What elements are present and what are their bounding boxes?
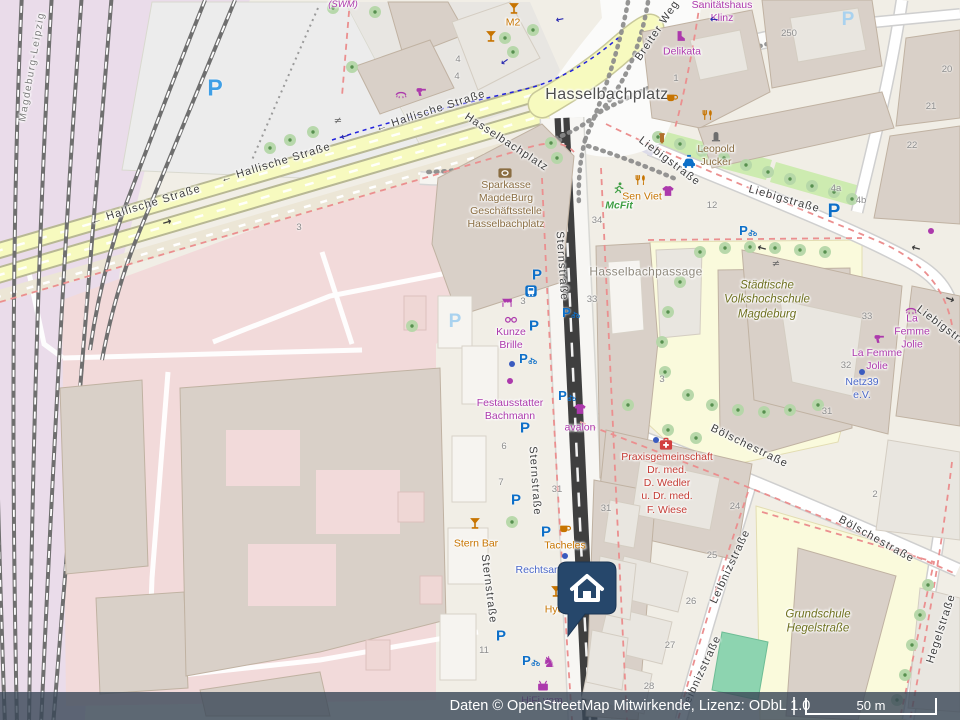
scale-label: 50 m	[857, 699, 886, 712]
attribution-text: Daten © OpenStreetMap Mitwirkende, Lizen…	[450, 698, 811, 714]
map-canvas[interactable]: Magdeburg-Leipzig (SWM) ← Hallische Stra…	[0, 0, 960, 720]
attribution-divider	[793, 697, 795, 715]
attribution-bar: Daten © OpenStreetMap Mitwirkende, Lizen…	[0, 692, 960, 720]
map-marker[interactable]	[556, 560, 618, 640]
scale-bar: 50 m	[805, 698, 937, 715]
map-tiles	[0, 0, 960, 720]
sports-pitch	[712, 632, 768, 700]
